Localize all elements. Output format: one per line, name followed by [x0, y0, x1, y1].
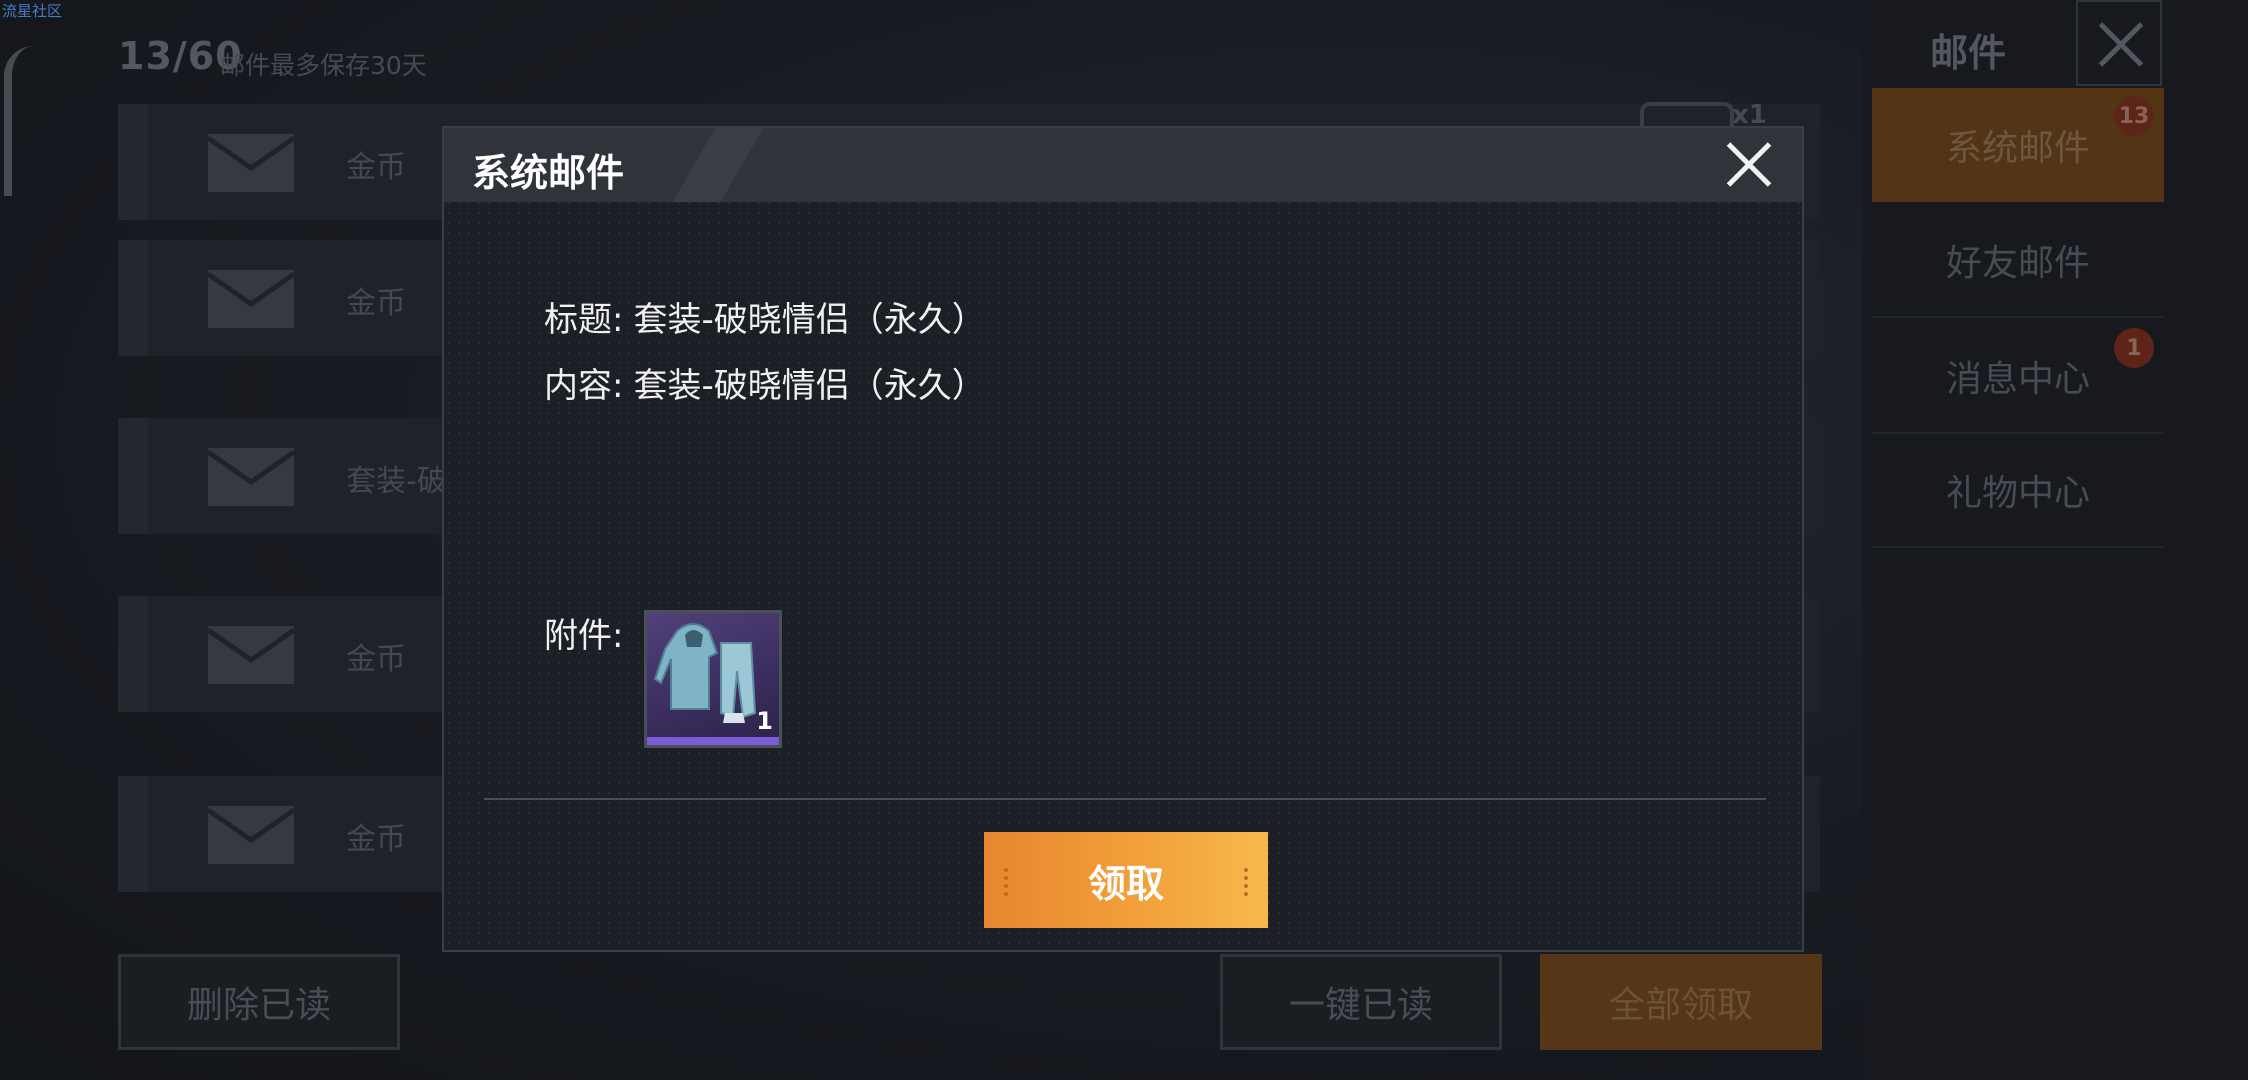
divider	[484, 798, 1766, 800]
dialog-close-button[interactable]	[1724, 140, 1774, 190]
decor-dots	[1242, 866, 1250, 896]
content-label: 内容:	[544, 366, 624, 406]
claim-button-label: 领取	[1087, 861, 1164, 906]
dialog-header: 系统邮件	[444, 128, 1802, 202]
rarity-bar	[647, 737, 779, 745]
decor-dots	[1002, 866, 1010, 896]
subject-label: 标题:	[544, 300, 624, 340]
mail-subject: 标题: 套装-破晓情侣（永久）	[544, 292, 986, 341]
dialog-title: 系统邮件	[472, 151, 625, 195]
subject-value: 套装-破晓情侣（永久）	[633, 300, 986, 340]
header-stripe	[672, 128, 764, 202]
claim-button[interactable]: 领取	[984, 832, 1268, 928]
attachment-label: 附件:	[544, 616, 624, 656]
attachment-quantity: 1	[756, 707, 773, 735]
system-mail-dialog: 系统邮件 标题: 套装-破晓情侣（永久） 内容: 套装-破晓情侣（永久） 附件: 1…	[442, 126, 1804, 952]
mail-content: 内容: 套装-破晓情侣（永久）	[544, 358, 986, 407]
content-value: 套装-破晓情侣（永久）	[633, 366, 986, 406]
attachment-item[interactable]: 1	[644, 610, 782, 748]
